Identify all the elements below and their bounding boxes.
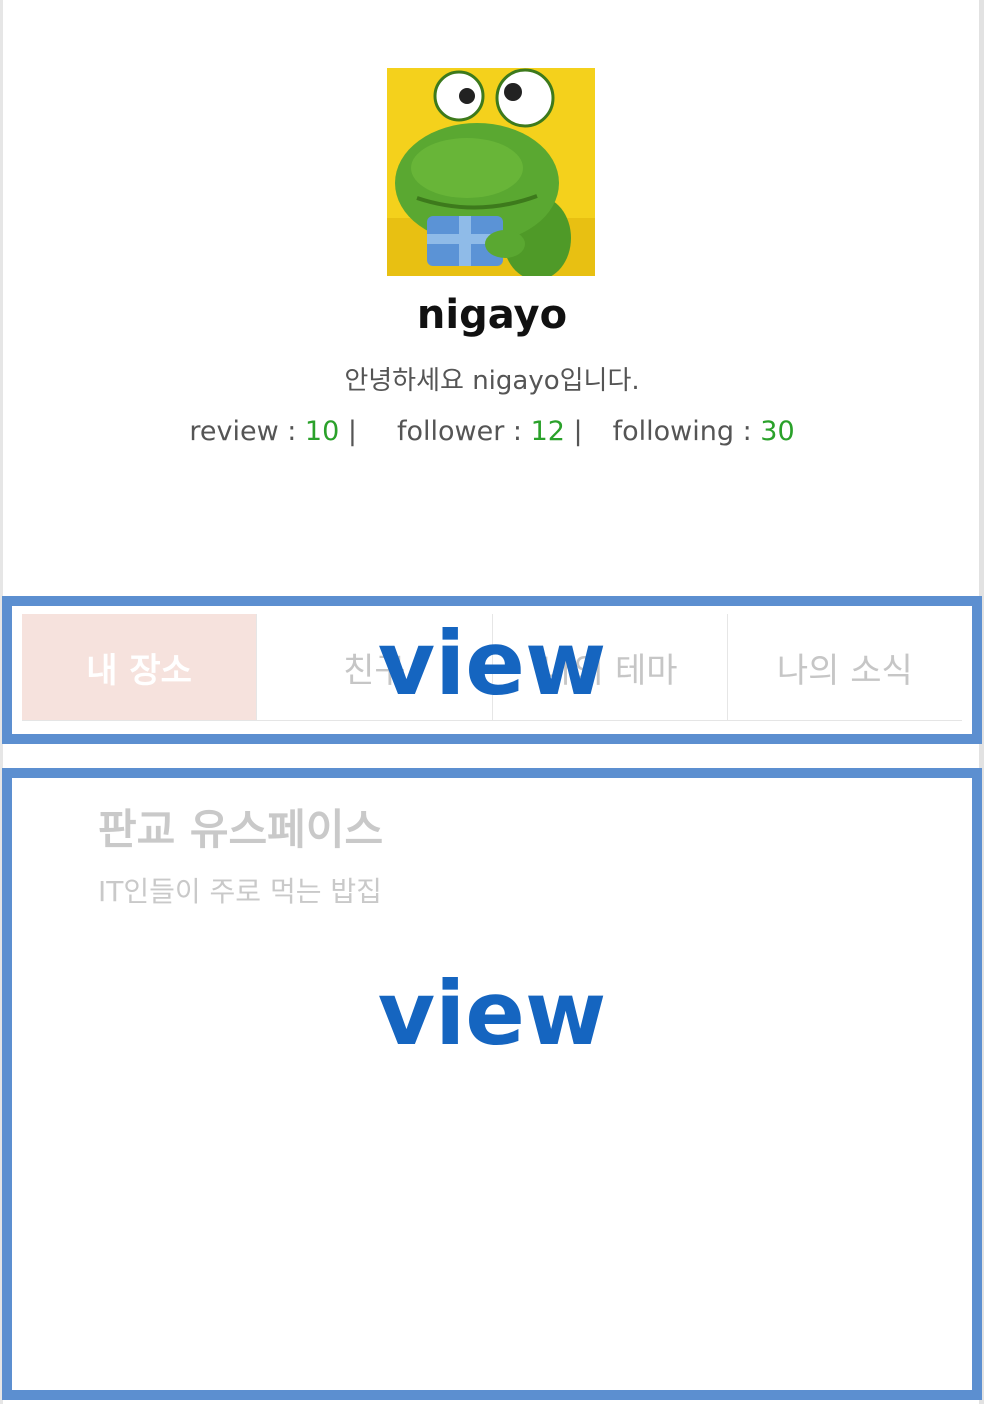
following-count: 30	[760, 416, 795, 447]
username: nigayo	[416, 292, 568, 338]
follower-count: 12	[530, 416, 565, 447]
profile-greeting: 안녕하세요 nigayo입니다.	[344, 366, 640, 396]
stat-separator: |	[564, 416, 583, 447]
review-count: 10	[304, 416, 340, 447]
content-view-annotation-label: view	[377, 962, 607, 1065]
following-stat[interactable]: following : 30	[613, 416, 795, 447]
follower-stat[interactable]: follower : 12 |	[397, 416, 583, 447]
review-label: review :	[189, 416, 305, 447]
following-label: following :	[612, 416, 761, 447]
avatar[interactable]	[387, 68, 595, 276]
profile-stats: review : 10 | follower : 12 | following : …	[0, 416, 984, 447]
frog-character-icon	[387, 68, 595, 276]
content-view-annotation-box	[2, 768, 982, 1400]
tab-view-annotation-label: view	[377, 612, 607, 715]
follower-label: follower :	[396, 416, 531, 447]
stat-separator: |	[339, 416, 357, 447]
review-stat[interactable]: review : 10 |	[189, 416, 357, 447]
